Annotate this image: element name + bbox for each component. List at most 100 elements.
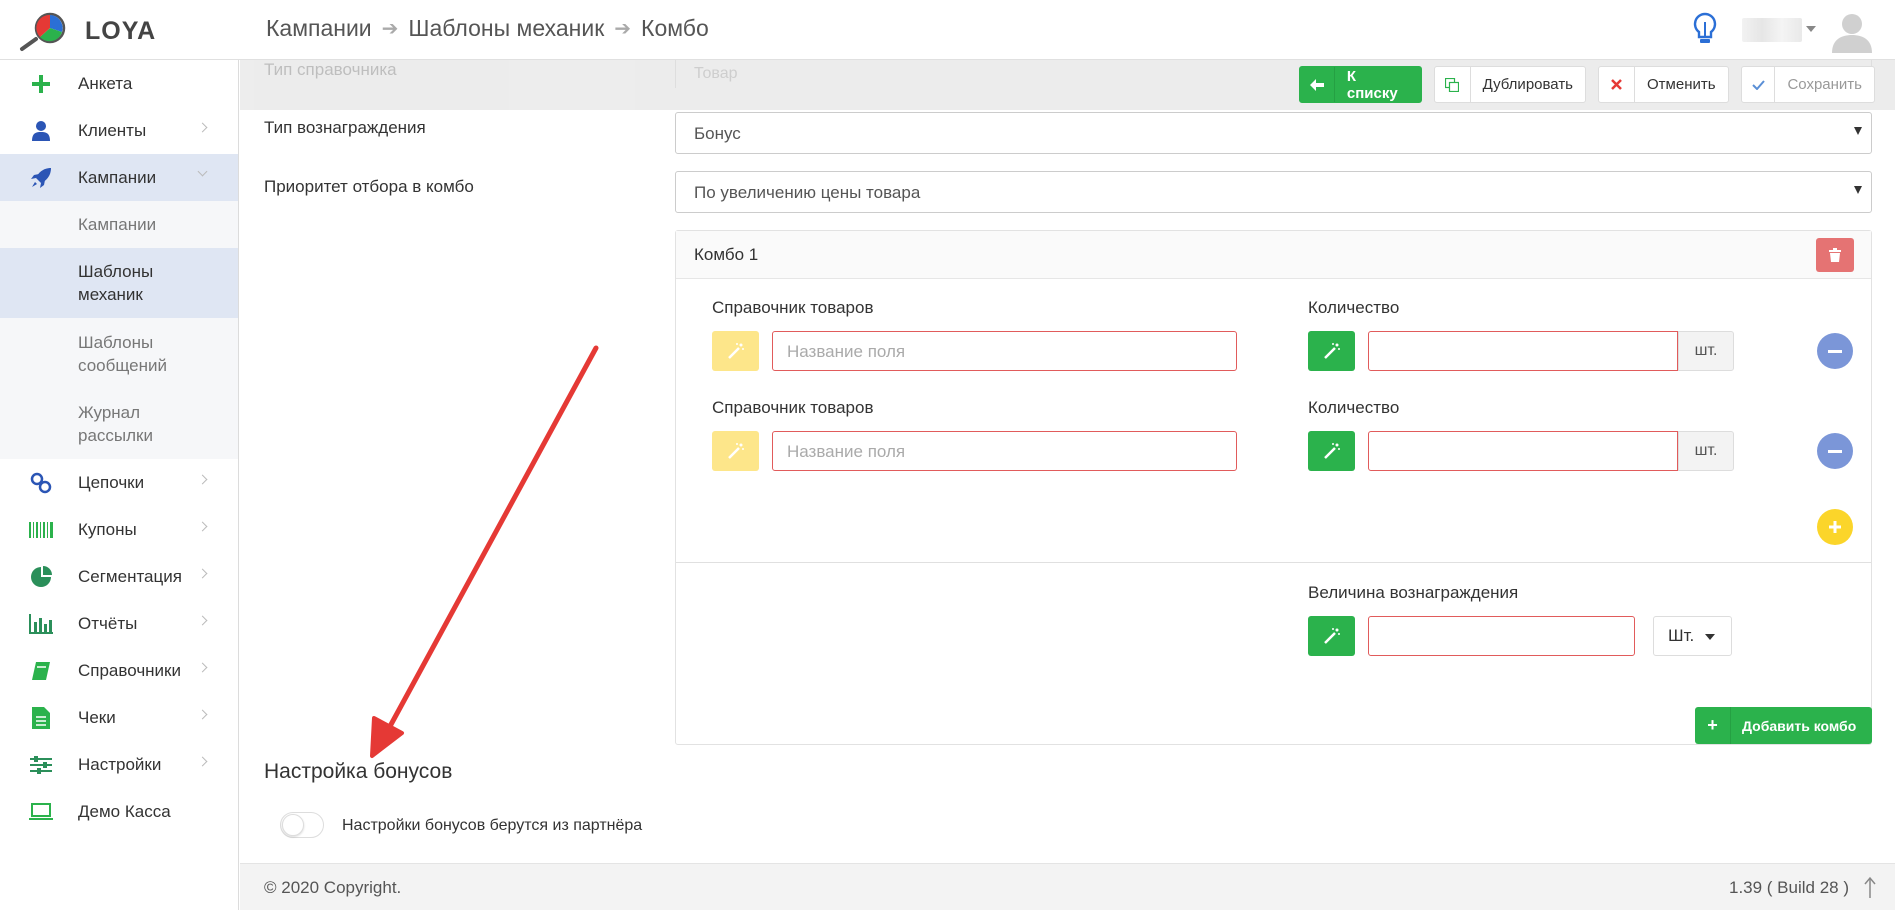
- book-icon: [28, 659, 54, 683]
- back-to-list-button[interactable]: К списку: [1299, 66, 1422, 103]
- plus-icon: [28, 72, 54, 96]
- chevron-right-icon: [197, 615, 208, 626]
- caret-down-icon: [1705, 634, 1715, 640]
- sidebar-item-coupons[interactable]: Купоны: [0, 506, 238, 553]
- add-combo-button[interactable]: + Добавить комбо: [1695, 707, 1872, 744]
- catalog-label: Справочник товаров: [712, 298, 874, 317]
- quantity-input[interactable]: [1368, 331, 1678, 371]
- laptop-icon: [28, 800, 54, 824]
- breadcrumb-item-campaigns[interactable]: Кампании: [266, 15, 372, 42]
- sidebar-item-label: Настройки: [78, 754, 162, 774]
- sidebar-item-receipts[interactable]: Чеки: [0, 694, 238, 741]
- reward-amount-input[interactable]: [1368, 616, 1635, 656]
- chevron-right-icon: [197, 568, 208, 579]
- caret-down-icon: [1854, 186, 1862, 194]
- magic-wand-icon: [727, 443, 744, 459]
- sidebar-subitem-label: Шаблоны механик: [78, 262, 154, 304]
- trash-icon: [1829, 248, 1841, 262]
- sidebar-item-directories[interactable]: Справочники: [0, 647, 238, 694]
- sidebar-item-chains[interactable]: Цепочки: [0, 459, 238, 506]
- unit-addon: шт.: [1678, 431, 1734, 471]
- caret-down-icon[interactable]: [1806, 26, 1816, 32]
- quantity-input[interactable]: [1368, 431, 1678, 471]
- check-icon: [1742, 67, 1776, 102]
- caret-down-icon: [1854, 127, 1862, 135]
- toggle-knob: [282, 814, 304, 836]
- quantity-label: Количество: [1308, 398, 1400, 417]
- magic-wand-button[interactable]: [712, 431, 759, 471]
- magic-wand-button[interactable]: [1308, 431, 1355, 471]
- sidebar-item-questionnaire[interactable]: Анкета: [0, 60, 238, 107]
- sidebar-item-label: Купоны: [78, 519, 137, 539]
- priority-select[interactable]: По увеличению цены товара: [675, 171, 1872, 213]
- chevron-right-icon: [197, 474, 208, 485]
- back-to-list-label: К списку: [1346, 67, 1398, 102]
- sidebar-item-label: Сегментация: [78, 566, 182, 586]
- save-button[interactable]: Сохранить: [1741, 66, 1875, 103]
- breadcrumb-item-combo: Комбо: [641, 15, 709, 41]
- reward-type-label: Тип вознаграждения: [264, 118, 426, 137]
- sidebar-subitem-mailing-log[interactable]: Журнал рассылки: [0, 389, 238, 459]
- sidebar-subitem-label: Шаблоны сообщений: [78, 332, 167, 375]
- chevron-right-icon: [197, 122, 208, 133]
- add-combo-label: Добавить комбо: [1742, 717, 1857, 734]
- chevron-right-icon: [197, 521, 208, 532]
- minus-icon: [1828, 449, 1842, 453]
- lightbulb-icon[interactable]: [1692, 12, 1718, 46]
- avatar[interactable]: [1830, 9, 1874, 53]
- sidebar-item-label: Отчёты: [78, 613, 138, 633]
- magic-wand-button[interactable]: [712, 331, 759, 371]
- sidebar: Анкета Клиенты Кампании Кампании Шаблоны…: [0, 60, 239, 910]
- sidebar-subitem-mechanic-templates[interactable]: Шаблоны механик: [0, 248, 238, 318]
- catalog-input-placeholder: Название поля: [787, 442, 906, 461]
- cancel-button[interactable]: Отменить: [1598, 66, 1729, 103]
- sidebar-item-reports[interactable]: Отчёты: [0, 600, 238, 647]
- priority-label: Приоритет отбора в комбо: [264, 177, 474, 196]
- logo-icon[interactable]: [18, 12, 70, 52]
- sidebar-item-demo-cash[interactable]: Демо Касса: [0, 788, 238, 835]
- ref-type-label: Тип справочника: [264, 60, 397, 79]
- magic-wand-button[interactable]: [1308, 331, 1355, 371]
- magic-wand-icon: [1323, 628, 1340, 644]
- breadcrumb-item-templates[interactable]: Шаблоны механик: [408, 15, 604, 42]
- sidebar-item-campaigns[interactable]: Кампании: [0, 154, 238, 201]
- catalog-label: Справочник товаров: [712, 398, 874, 417]
- bonus-settings-title: Настройка бонусов: [264, 760, 453, 783]
- arrow-up-icon[interactable]: [1864, 876, 1876, 898]
- catalog-input-placeholder: Название поля: [787, 342, 906, 361]
- reward-type-select[interactable]: Бонус: [675, 112, 1872, 154]
- remove-row-button[interactable]: [1817, 333, 1853, 369]
- magic-wand-button[interactable]: [1308, 616, 1355, 656]
- build-version: 1.39 ( Build 28 ): [1728, 878, 1849, 897]
- sidebar-item-segmentation[interactable]: Сегментация: [0, 553, 238, 600]
- reward-unit-value: Шт.: [1668, 626, 1695, 645]
- arrow-left-icon: [1300, 67, 1335, 102]
- remove-row-button[interactable]: [1817, 433, 1853, 469]
- copy-icon: [1435, 67, 1471, 102]
- catalog-input[interactable]: Название поля: [772, 431, 1237, 471]
- sidebar-item-label: Анкета: [78, 73, 133, 93]
- user-icon: [28, 119, 54, 143]
- sidebar-subitem-campaigns[interactable]: Кампании: [0, 201, 238, 248]
- app-name[interactable]: LOYA: [85, 17, 156, 46]
- reward-unit-select[interactable]: Шт.: [1653, 616, 1732, 656]
- sidebar-item-settings[interactable]: Настройки: [0, 741, 238, 788]
- duplicate-label: Дублировать: [1482, 76, 1573, 93]
- delete-combo-button[interactable]: [1816, 238, 1854, 272]
- sidebar-subitem-message-templates[interactable]: Шаблоны сообщений: [0, 318, 238, 389]
- partner-bonus-toggle-label: Настройки бонусов берутся из партнёра: [342, 817, 643, 834]
- ref-type-value: Товар: [694, 65, 738, 82]
- cancel-label: Отменить: [1647, 76, 1716, 93]
- user-name-blurred[interactable]: [1742, 18, 1802, 42]
- breadcrumb: Кампании ➔ Шаблоны механик ➔ Комбо: [266, 15, 709, 42]
- chevron-right-icon: [197, 709, 208, 720]
- reward-amount-label: Величина вознаграждения: [1308, 583, 1519, 602]
- catalog-input[interactable]: Название поля: [772, 331, 1237, 371]
- sliders-icon: [28, 753, 54, 777]
- duplicate-button[interactable]: Дублировать: [1434, 66, 1586, 103]
- sidebar-item-clients[interactable]: Клиенты: [0, 107, 238, 154]
- add-row-button[interactable]: [1817, 509, 1853, 545]
- pie-chart-icon: [28, 565, 54, 589]
- partner-bonus-toggle[interactable]: [280, 812, 324, 838]
- sidebar-subitem-label: Кампании: [78, 215, 157, 234]
